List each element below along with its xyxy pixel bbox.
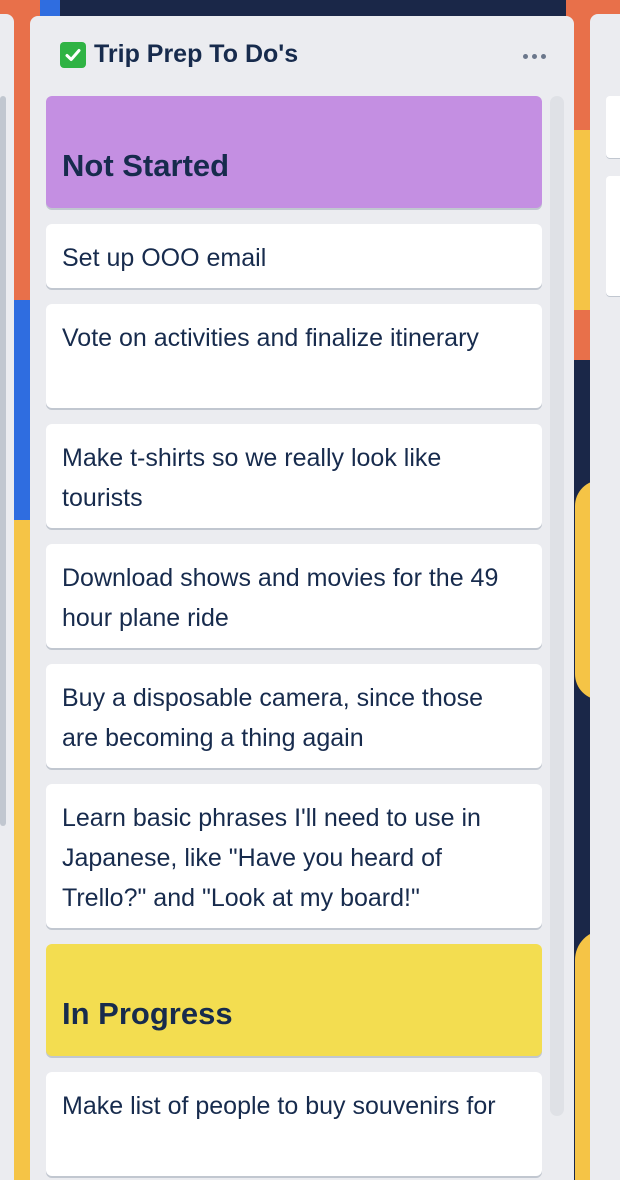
card-heading-text: In Progress bbox=[62, 996, 233, 1031]
card-text: Make t-shirts so we really look like tou… bbox=[62, 444, 442, 512]
card[interactable]: Buy a disposable camera, since those are… bbox=[46, 664, 542, 768]
card-heading-not-started[interactable]: Not Started bbox=[46, 96, 542, 208]
card-text: Set up OOO email bbox=[62, 244, 267, 272]
card-text: Vote on activities and finalize itinerar… bbox=[62, 324, 479, 352]
card-heading-in-progress[interactable]: In Progress bbox=[46, 944, 542, 1056]
card[interactable]: Set up OOO email bbox=[46, 224, 542, 288]
ellipsis-icon bbox=[522, 53, 528, 59]
ellipsis-dot bbox=[531, 53, 537, 59]
check-mark-icon bbox=[60, 41, 86, 68]
list-title[interactable]: Trip Prep To Do's bbox=[60, 40, 298, 69]
card-text: Download shows and movies for the 49 hou… bbox=[62, 564, 499, 632]
next-list-card[interactable] bbox=[606, 176, 620, 296]
card[interactable]: Make list of people to buy souvenirs for bbox=[46, 1072, 542, 1176]
list-menu-button[interactable] bbox=[518, 44, 550, 68]
previous-list-scrollbar[interactable] bbox=[0, 96, 6, 826]
card[interactable]: Learn basic phrases I'll need to use in … bbox=[46, 784, 542, 928]
list-scrollbar[interactable] bbox=[550, 96, 564, 1116]
card[interactable]: Download shows and movies for the 49 hou… bbox=[46, 544, 542, 648]
card-text: Make list of people to buy souvenirs for bbox=[62, 1092, 496, 1120]
list-title-text: Trip Prep To Do's bbox=[94, 40, 299, 68]
next-list-card[interactable] bbox=[606, 96, 620, 158]
card-text: Learn basic phrases I'll need to use in … bbox=[62, 804, 481, 912]
card-text: Buy a disposable camera, since those are… bbox=[62, 684, 484, 752]
card-heading-text: Not Started bbox=[62, 148, 230, 183]
card[interactable]: Vote on activities and finalize itinerar… bbox=[46, 304, 542, 408]
ellipsis-dot bbox=[540, 53, 546, 59]
card[interactable]: Make t-shirts so we really look like tou… bbox=[46, 424, 542, 528]
list-header: Trip Prep To Do's bbox=[30, 16, 574, 94]
trello-list: Trip Prep To Do's Not Started Set up OOO… bbox=[30, 16, 574, 1180]
